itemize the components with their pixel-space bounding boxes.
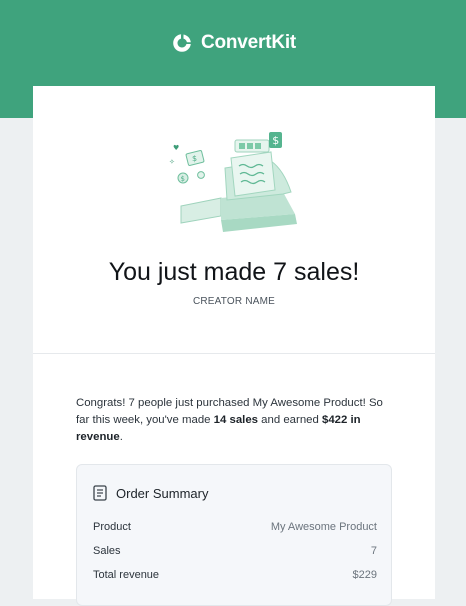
- page-title: You just made 7 sales!: [108, 258, 360, 286]
- svg-text:$: $: [181, 175, 185, 183]
- weekly-sales-count: 14 sales: [213, 414, 259, 426]
- svg-text:✧: ✧: [169, 158, 175, 166]
- document-icon: [93, 485, 107, 501]
- row-value: My Awesome Product: [270, 521, 377, 533]
- summary-row-sales: Sales 7: [93, 545, 377, 557]
- hero-section: $ $ $ ♥ ✧ You just made 7 sales! CREATOR…: [33, 86, 435, 354]
- cash-register-illustration: $ $ $ ♥ ✧: [169, 132, 297, 232]
- brand-logo[interactable]: ConvertKit: [0, 31, 466, 55]
- convertkit-logo-icon: [173, 34, 191, 52]
- order-summary-title: Order Summary: [116, 485, 209, 501]
- creator-name: CREATOR NAME: [192, 296, 276, 307]
- svg-text:$: $: [272, 134, 279, 147]
- summary-row-total-revenue: Total revenue $229: [93, 569, 377, 581]
- svg-text:♥: ♥: [173, 144, 179, 152]
- email-card: $ $ $ ♥ ✧ You just made 7 sales! CREATOR…: [33, 86, 435, 606]
- row-label: Product: [93, 521, 131, 533]
- row-label: Total revenue: [93, 569, 160, 581]
- row-label: Sales: [93, 545, 121, 557]
- row-value: $229: [352, 569, 377, 581]
- message-text: and earned: [258, 414, 322, 426]
- congrats-message: Congrats! 7 people just purchased My Awe…: [76, 395, 396, 446]
- order-summary-card: Order Summary Product My Awesome Product…: [76, 464, 392, 606]
- summary-row-product: Product My Awesome Product: [93, 521, 377, 533]
- order-summary-header: Order Summary: [93, 485, 208, 501]
- brand-name: ConvertKit: [200, 32, 297, 53]
- message-text: .: [119, 431, 123, 443]
- svg-text:$: $: [192, 154, 197, 163]
- row-value: 7: [370, 545, 377, 557]
